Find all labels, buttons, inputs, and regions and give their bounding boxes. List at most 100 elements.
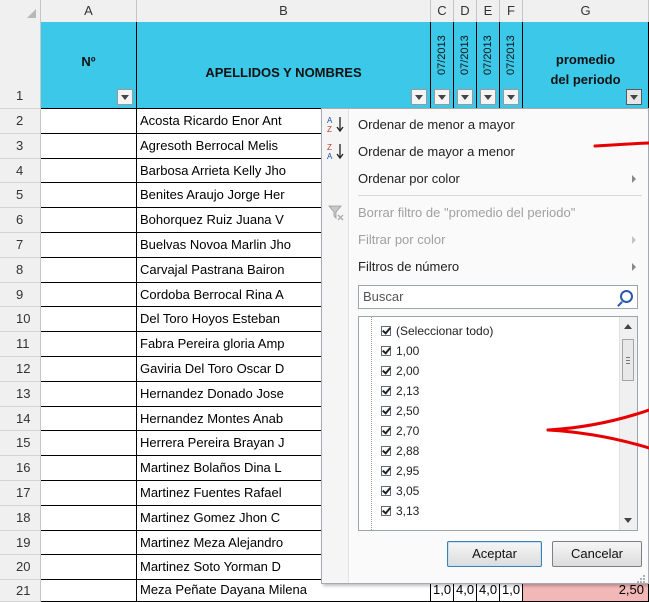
row-header[interactable]: 11 bbox=[0, 332, 41, 357]
column-header-b[interactable]: B bbox=[137, 0, 431, 22]
checkbox-checked-icon[interactable] bbox=[381, 326, 391, 336]
menu-sort-by-color[interactable]: Ordenar por color bbox=[358, 168, 460, 190]
number-cell[interactable] bbox=[41, 357, 137, 382]
row-header[interactable]: 16 bbox=[0, 456, 41, 481]
number-cell[interactable] bbox=[41, 158, 137, 184]
number-cell[interactable] bbox=[41, 233, 137, 258]
list-item[interactable]: 2,50 bbox=[381, 403, 419, 420]
scroll-thumb[interactable] bbox=[622, 339, 634, 381]
header-number-label: Nº bbox=[81, 54, 96, 69]
list-item[interactable]: 2,00 bbox=[381, 363, 419, 380]
checkbox-checked-icon[interactable] bbox=[381, 426, 391, 436]
list-item[interactable]: 2,88 bbox=[381, 443, 419, 460]
ok-button[interactable]: Aceptar bbox=[447, 541, 542, 567]
list-item-select-all[interactable]: (Seleccionar todo) bbox=[381, 323, 493, 340]
list-scrollbar[interactable] bbox=[619, 317, 637, 530]
number-cell[interactable] bbox=[41, 381, 137, 407]
row-header[interactable]: 7 bbox=[0, 233, 41, 258]
column-header-c[interactable]: C bbox=[431, 0, 454, 22]
checkbox-checked-icon[interactable] bbox=[381, 446, 391, 456]
checkbox-checked-icon[interactable] bbox=[381, 486, 391, 496]
checkbox-checked-icon[interactable] bbox=[381, 346, 391, 356]
number-cell[interactable] bbox=[41, 406, 137, 432]
filter-dropdown-e[interactable] bbox=[480, 89, 496, 105]
row-header[interactable]: 14 bbox=[0, 406, 41, 432]
column-header-e[interactable]: E bbox=[477, 0, 500, 22]
filter-dropdown-average-active[interactable] bbox=[626, 89, 642, 105]
number-cell[interactable] bbox=[41, 282, 137, 308]
checkbox-checked-icon[interactable] bbox=[381, 506, 391, 516]
filter-dropdown-b[interactable] bbox=[411, 89, 427, 105]
number-cell[interactable] bbox=[41, 332, 137, 357]
row-header[interactable]: 21 bbox=[0, 580, 41, 602]
filter-dropdown-c[interactable] bbox=[434, 89, 450, 105]
row-header[interactable]: 17 bbox=[0, 481, 41, 506]
row-header[interactable]: 2 bbox=[0, 109, 41, 134]
number-cell[interactable] bbox=[41, 431, 137, 457]
number-cell[interactable] bbox=[41, 109, 137, 134]
row-header-1[interactable]: 1 bbox=[0, 22, 41, 109]
list-item[interactable]: 1,00 bbox=[381, 343, 419, 360]
row-header[interactable]: 18 bbox=[0, 505, 41, 531]
row-header[interactable]: 10 bbox=[0, 307, 41, 333]
row-header[interactable]: 6 bbox=[0, 208, 41, 233]
number-cell[interactable] bbox=[41, 183, 137, 209]
filter-dropdown-a[interactable] bbox=[117, 89, 133, 105]
scroll-up-icon[interactable] bbox=[624, 324, 632, 329]
row-header[interactable]: 9 bbox=[0, 282, 41, 308]
list-item[interactable]: 2,70 bbox=[381, 423, 419, 440]
checkbox-checked-icon[interactable] bbox=[381, 366, 391, 376]
number-cell[interactable] bbox=[41, 208, 137, 233]
checkbox-checked-icon[interactable] bbox=[381, 386, 391, 396]
row-header[interactable]: 20 bbox=[0, 555, 41, 581]
checkbox-checked-icon[interactable] bbox=[381, 466, 391, 476]
menu-filter-by-color[interactable]: Filtrar por color bbox=[358, 229, 445, 251]
row-header[interactable]: 12 bbox=[0, 357, 41, 382]
menu-number-filters[interactable]: Filtros de número bbox=[358, 256, 459, 278]
resize-grip-icon[interactable] bbox=[636, 571, 646, 583]
filter-values-list[interactable]: (Seleccionar todo) 1,00 2,00 2,13 2,50 2,70 2,… bbox=[358, 316, 638, 531]
checkbox-checked-icon[interactable] bbox=[381, 406, 391, 416]
filter-dropdown-d[interactable] bbox=[457, 89, 473, 105]
sort-desc-icon: Z A bbox=[327, 142, 345, 161]
row-header[interactable]: 19 bbox=[0, 530, 41, 556]
list-item[interactable]: 3,13 bbox=[381, 503, 419, 520]
list-item[interactable]: 3,05 bbox=[381, 483, 419, 500]
list-item[interactable]: 2,95 bbox=[381, 463, 419, 480]
header-e-date: 07/2013 bbox=[482, 35, 494, 75]
menu-sort-descending[interactable]: Ordenar de mayor a menor bbox=[358, 141, 515, 163]
number-cell[interactable] bbox=[41, 505, 137, 531]
column-header-a[interactable]: A bbox=[41, 0, 137, 22]
number-cell[interactable] bbox=[41, 530, 137, 556]
number-cell[interactable] bbox=[41, 133, 137, 159]
number-cell[interactable] bbox=[41, 307, 137, 333]
row-header[interactable]: 15 bbox=[0, 431, 41, 457]
svg-text:Z: Z bbox=[327, 143, 332, 152]
number-cell[interactable] bbox=[41, 257, 137, 283]
row-header[interactable]: 8 bbox=[0, 257, 41, 283]
clear-filter-icon bbox=[327, 204, 345, 222]
column-header-g[interactable]: G bbox=[523, 0, 649, 22]
number-cell[interactable] bbox=[41, 456, 137, 481]
search-icon bbox=[620, 290, 633, 303]
search-input[interactable]: Buscar bbox=[358, 285, 638, 309]
filter-dropdown-f[interactable] bbox=[503, 89, 519, 105]
column-header-d[interactable]: D bbox=[454, 0, 477, 22]
menu-sort-ascending[interactable]: Ordenar de menor a mayor bbox=[358, 114, 515, 136]
row-header[interactable]: 13 bbox=[0, 381, 41, 407]
cancel-button[interactable]: Cancelar bbox=[552, 541, 642, 567]
number-cell[interactable] bbox=[41, 580, 137, 602]
row-header[interactable]: 3 bbox=[0, 133, 41, 159]
select-all-corner[interactable] bbox=[0, 0, 41, 22]
list-item-label: 2,50 bbox=[396, 404, 420, 418]
header-average-line2: del periodo bbox=[550, 72, 621, 87]
number-cell[interactable] bbox=[41, 555, 137, 581]
autofilter-menu: A Z Ordenar de menor a mayor Z A Ordenar… bbox=[321, 108, 649, 584]
menu-clear-filter[interactable]: Borrar filtro de "promedio del periodo" bbox=[358, 202, 575, 224]
list-item[interactable]: 2,13 bbox=[381, 383, 419, 400]
row-header[interactable]: 4 bbox=[0, 158, 41, 184]
scroll-down-icon[interactable] bbox=[624, 518, 632, 523]
column-header-f[interactable]: F bbox=[500, 0, 523, 22]
number-cell[interactable] bbox=[41, 481, 137, 506]
row-header[interactable]: 5 bbox=[0, 183, 41, 209]
